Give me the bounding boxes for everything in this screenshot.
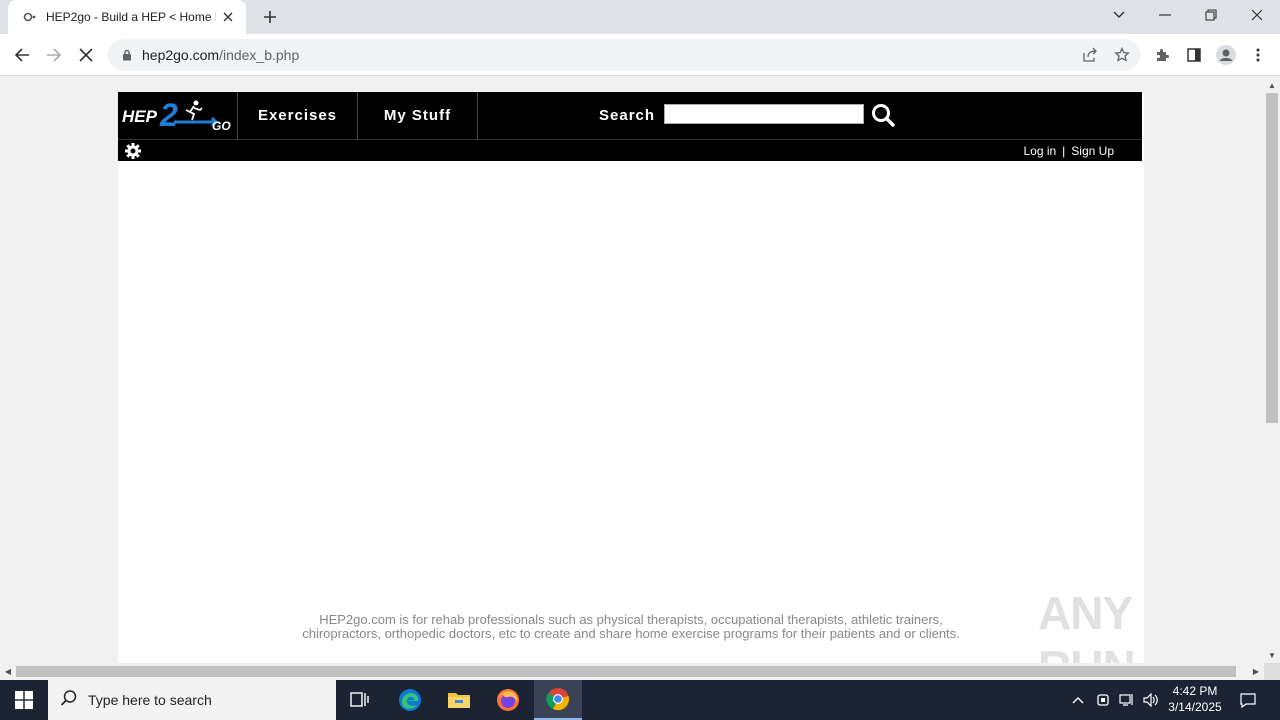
side-panel-icon[interactable] bbox=[1181, 42, 1207, 68]
search-label: Search bbox=[599, 107, 656, 124]
task-view-icon[interactable] bbox=[336, 680, 384, 720]
url-domain: hep2go.com bbox=[142, 47, 220, 63]
notifications-icon[interactable] bbox=[1234, 680, 1262, 720]
nav-exercises[interactable]: Exercises bbox=[238, 92, 358, 139]
chrome-icon[interactable] bbox=[534, 680, 582, 720]
svg-text:2: 2 bbox=[159, 97, 178, 133]
browser-tab-strip: HEP2go - Build a HEP < Home E bbox=[0, 0, 1280, 34]
scrollbar-corner bbox=[1264, 663, 1280, 680]
user-subbar: Log in | Sign Up bbox=[118, 139, 1142, 161]
browser-menu-icon[interactable] bbox=[1245, 42, 1271, 68]
site-description: HEP2go.com is for rehab professionals su… bbox=[118, 613, 1144, 641]
anyrun-watermark: ANY RUN bbox=[1038, 587, 1136, 693]
gear-icon[interactable] bbox=[124, 142, 142, 160]
url-path: /index_b.php bbox=[219, 47, 300, 63]
clock-time: 4:42 PM bbox=[1172, 684, 1218, 698]
windows-taskbar: Type here to search 4:42 PM 3/14/2025 bbox=[0, 680, 1280, 720]
tab-search-icon[interactable] bbox=[1096, 0, 1142, 30]
browser-toolbar: hep2go.com/index_b.php bbox=[0, 34, 1280, 76]
back-button[interactable] bbox=[9, 42, 35, 68]
site-description-line-2: chiropractors, orthopedic doctors, etc t… bbox=[302, 626, 960, 641]
nav-my-stuff[interactable]: My Stuff bbox=[358, 92, 478, 139]
scroll-up-icon[interactable]: ▲ bbox=[1264, 77, 1280, 93]
windows-start-icon[interactable] bbox=[0, 680, 48, 720]
page-viewport: HEP 2 GO Exercises My Stuff Search Log i… bbox=[0, 77, 1264, 663]
search-input[interactable] bbox=[664, 104, 864, 124]
lock-icon[interactable] bbox=[120, 48, 134, 62]
address-bar[interactable]: hep2go.com/index_b.php bbox=[108, 39, 1140, 71]
extensions-puzzle-icon[interactable] bbox=[1149, 42, 1175, 68]
show-hidden-icons-chevron-icon[interactable] bbox=[1068, 680, 1088, 720]
meet-now-icon[interactable] bbox=[1093, 680, 1113, 720]
search-icon[interactable] bbox=[870, 102, 896, 128]
taskbar-clock[interactable]: 4:42 PM 3/14/2025 bbox=[1160, 683, 1230, 715]
share-icon[interactable] bbox=[1080, 45, 1100, 65]
file-explorer-icon[interactable] bbox=[435, 680, 483, 720]
forward-button[interactable] bbox=[41, 42, 67, 68]
site-header: HEP 2 GO Exercises My Stuff Search bbox=[118, 92, 1142, 139]
firefox-icon[interactable] bbox=[484, 680, 532, 720]
taskbar-search-placeholder: Type here to search bbox=[88, 692, 212, 708]
horizontal-scroll-thumb[interactable] bbox=[16, 666, 1236, 677]
search-icon bbox=[60, 689, 78, 712]
browser-tab[interactable]: HEP2go - Build a HEP < Home E bbox=[8, 0, 246, 34]
screen: HEP2go - Build a HEP < Home E hep2go.com… bbox=[0, 0, 1280, 720]
auth-links: Log in | Sign Up bbox=[1023, 144, 1114, 158]
scroll-down-icon[interactable]: ▼ bbox=[1264, 647, 1280, 663]
scroll-left-icon[interactable]: ◀ bbox=[0, 663, 16, 680]
loading-favicon-icon bbox=[22, 9, 38, 25]
tab-close-icon[interactable] bbox=[220, 9, 236, 25]
volume-icon[interactable] bbox=[1140, 680, 1162, 720]
restore-button[interactable] bbox=[1188, 0, 1234, 30]
new-tab-button[interactable] bbox=[258, 6, 282, 28]
taskbar-search-box[interactable]: Type here to search bbox=[48, 680, 336, 720]
close-window-button[interactable] bbox=[1234, 0, 1280, 30]
clock-date: 3/14/2025 bbox=[1168, 700, 1222, 714]
horizontal-scrollbar[interactable]: ◀ ▶ bbox=[0, 663, 1264, 680]
auth-separator: | bbox=[1062, 144, 1066, 158]
edge-browser-icon[interactable] bbox=[386, 680, 434, 720]
profile-avatar-icon[interactable] bbox=[1213, 42, 1239, 68]
minimize-button[interactable] bbox=[1142, 0, 1188, 30]
scroll-right-icon[interactable]: ▶ bbox=[1248, 663, 1264, 680]
svg-text:GO: GO bbox=[212, 119, 231, 133]
vertical-scroll-thumb[interactable] bbox=[1266, 93, 1278, 423]
network-icon[interactable] bbox=[1116, 680, 1138, 720]
tab-title: HEP2go - Build a HEP < Home E bbox=[46, 10, 216, 24]
svg-text:HEP: HEP bbox=[122, 107, 158, 126]
vertical-scrollbar[interactable]: ▲ ▼ bbox=[1264, 77, 1280, 663]
login-link[interactable]: Log in bbox=[1023, 144, 1056, 158]
page-container: HEP 2 GO Exercises My Stuff Search Log i… bbox=[118, 92, 1144, 663]
hep2go-logo[interactable]: HEP 2 GO bbox=[118, 92, 238, 139]
site-description-line-1: HEP2go.com is for rehab professionals su… bbox=[319, 612, 943, 627]
signup-link[interactable]: Sign Up bbox=[1071, 144, 1114, 158]
bookmark-star-icon[interactable] bbox=[1112, 45, 1132, 65]
stop-loading-button[interactable] bbox=[73, 42, 99, 68]
